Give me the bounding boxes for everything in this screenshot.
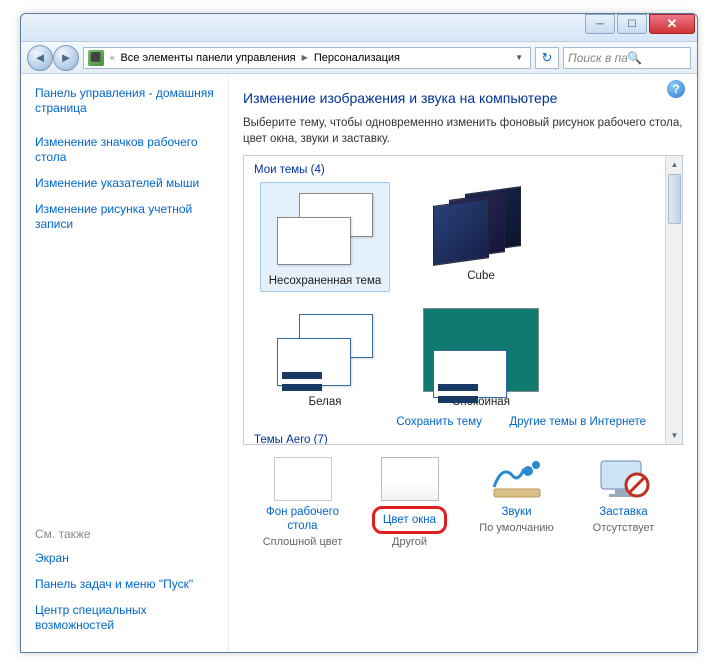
sidebar-link-desktop-icons[interactable]: Изменение значков рабочего стола <box>35 135 220 165</box>
settings-row: Фон рабочего стола Сплошной цвет Цвет ок… <box>243 457 683 548</box>
desktop-bg-icon <box>274 457 332 501</box>
main-panel: ? Изменение изображения и звука на компь… <box>229 74 697 652</box>
theme-item-unsaved[interactable]: Несохраненная тема <box>260 182 390 292</box>
chevron-left-icon: « <box>109 53 115 62</box>
back-button[interactable]: ◄ <box>27 45 53 71</box>
sounds-icon <box>488 457 546 501</box>
page-description: Выберите тему, чтобы одновременно измени… <box>243 116 683 147</box>
screensaver-button[interactable]: Заставка Отсутствует <box>574 457 674 548</box>
sidebar-home-link[interactable]: Панель управления - домашняя страница <box>35 86 220 116</box>
scroll-up-button[interactable]: ▲ <box>666 156 683 173</box>
theme-label: Cube <box>416 270 546 282</box>
theme-label: Белая <box>260 396 390 408</box>
search-input[interactable]: Поиск в панели ... 🔍 <box>563 47 691 69</box>
themes-listbox: Мои темы (4) Несохраненная тема Cube Бел… <box>243 155 683 445</box>
sidebar: Панель управления - домашняя страница Из… <box>21 74 229 652</box>
aero-themes-heading: Темы Aero (7) <box>254 434 672 445</box>
scroll-down-button[interactable]: ▼ <box>666 427 683 444</box>
sidebar-link-mouse-pointers[interactable]: Изменение указателей мыши <box>35 176 220 191</box>
desktop-background-button[interactable]: Фон рабочего стола Сплошной цвет <box>253 457 353 548</box>
refresh-button[interactable]: ↻ <box>535 47 559 69</box>
window-color-button[interactable]: Цвет окна Другой <box>360 457 460 548</box>
address-bar: ◄ ► ⬛ « Все элементы панели управления ▶… <box>21 42 697 74</box>
theme-item-calm[interactable]: Спокойная <box>416 308 546 408</box>
scroll-thumb[interactable] <box>668 174 681 224</box>
theme-label: Несохраненная тема <box>261 275 389 287</box>
breadcrumb[interactable]: ⬛ « Все элементы панели управления ▶ Пер… <box>83 47 531 69</box>
chevron-right-icon: ▶ <box>301 53 309 62</box>
page-title: Изменение изображения и звука на компьют… <box>243 90 683 106</box>
screensaver-icon <box>595 457 653 501</box>
scrollbar[interactable]: ▲ ▼ <box>665 156 682 444</box>
minimize-button[interactable]: ─ <box>585 14 615 34</box>
my-themes-heading: Мои темы (4) <box>254 164 672 176</box>
sidebar-also-display[interactable]: Экран <box>35 551 220 566</box>
window-color-icon <box>381 457 439 501</box>
forward-button[interactable]: ► <box>53 45 79 71</box>
sounds-button[interactable]: Звуки По умолчанию <box>467 457 567 548</box>
breadcrumb-current[interactable]: Персонализация <box>314 52 400 64</box>
theme-item-white[interactable]: Белая <box>260 308 390 408</box>
search-placeholder: Поиск в панели ... <box>568 51 627 65</box>
search-icon: 🔍 <box>627 51 686 65</box>
personalization-window: ─ ☐ ✕ ◄ ► ⬛ « Все элементы панели управл… <box>20 13 698 653</box>
address-dropdown[interactable]: ▼ <box>512 53 526 62</box>
sidebar-also-taskbar[interactable]: Панель задач и меню "Пуск" <box>35 577 220 592</box>
close-button[interactable]: ✕ <box>649 14 695 34</box>
maximize-button[interactable]: ☐ <box>617 14 647 34</box>
breadcrumb-root[interactable]: Все элементы панели управления <box>120 52 295 64</box>
sidebar-link-account-picture[interactable]: Изменение рисунка учетной записи <box>35 202 220 232</box>
highlight-ring: Цвет окна <box>372 506 447 534</box>
titlebar: ─ ☐ ✕ <box>21 14 697 42</box>
save-theme-link[interactable]: Сохранить тему <box>396 416 482 428</box>
help-icon[interactable]: ? <box>667 80 685 98</box>
more-themes-link[interactable]: Другие темы в Интернете <box>509 416 646 428</box>
theme-item-cube[interactable]: Cube <box>416 182 546 292</box>
control-panel-icon: ⬛ <box>88 50 104 66</box>
see-also-label: См. также <box>35 527 220 541</box>
sidebar-also-ease-of-access[interactable]: Центр специальных возможностей <box>35 603 220 633</box>
